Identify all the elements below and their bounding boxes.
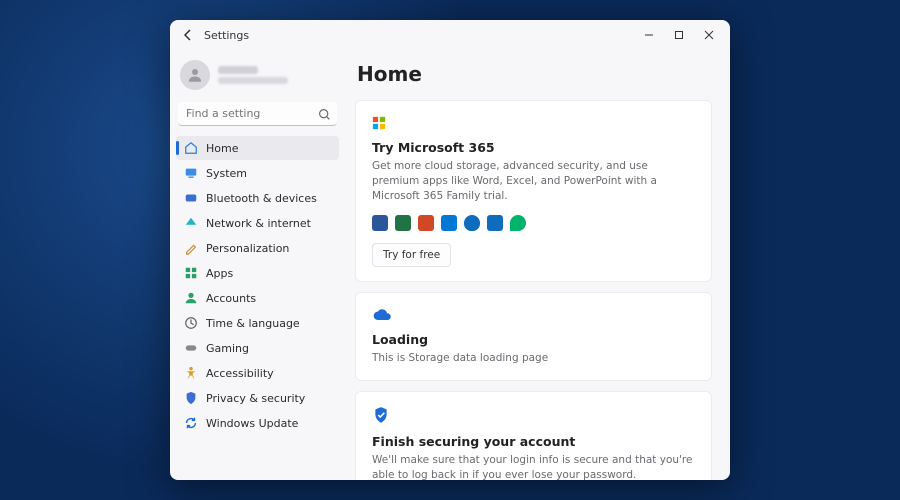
search-icon [318,106,331,125]
nav-label: System [206,167,247,180]
network-icon [184,216,198,230]
nav: Home System Bluetooth & devices Network … [176,136,339,435]
card-storage: Loading This is Storage data loading pag… [355,292,712,381]
card-body: Get more cloud storage, advanced securit… [372,159,695,205]
profile-name-redacted [218,66,258,74]
nav-accessibility[interactable]: Accessibility [176,361,339,385]
privacy-icon [184,391,198,405]
nav-bluetooth[interactable]: Bluetooth & devices [176,186,339,210]
home-icon [184,141,198,155]
card-title: Try Microsoft 365 [372,140,695,155]
gaming-icon [184,341,198,355]
personalization-icon [184,241,198,255]
profile-text [218,66,288,84]
accounts-icon [184,291,198,305]
card-secure-account: Finish securing your account We'll make … [355,391,712,480]
nav-label: Apps [206,267,233,280]
powerpoint-icon [418,215,434,231]
bluetooth-icon [184,191,198,205]
card-title: Finish securing your account [372,434,695,449]
nav-personalization[interactable]: Personalization [176,236,339,260]
nav-label: Accounts [206,292,256,305]
nav-label: Windows Update [206,417,298,430]
nav-accounts[interactable]: Accounts [176,286,339,310]
onedrive-cloud-icon [372,307,392,326]
nav-label: Time & language [206,317,300,330]
accessibility-icon [184,366,198,380]
page-title: Home [357,62,712,86]
settings-window: Settings [170,20,730,480]
m365-app-icons [372,215,695,231]
maximize-button[interactable] [664,21,694,49]
time-icon [184,316,198,330]
nav-privacy[interactable]: Privacy & security [176,386,339,410]
nav-gaming[interactable]: Gaming [176,336,339,360]
system-icon [184,166,198,180]
nav-time[interactable]: Time & language [176,311,339,335]
avatar [180,60,210,90]
card-m365: Try Microsoft 365 Get more cloud storage… [355,100,712,282]
microsoft-logo-icon [372,115,386,129]
shield-check-icon [372,409,390,428]
nav-label: Network & internet [206,217,311,230]
nav-label: Gaming [206,342,249,355]
try-for-free-button[interactable]: Try for free [372,243,451,267]
back-button[interactable] [180,27,196,43]
nav-apps[interactable]: Apps [176,261,339,285]
card-title: Loading [372,332,695,347]
window-title: Settings [204,29,249,42]
nav-system[interactable]: System [176,161,339,185]
nav-label: Home [206,142,238,155]
titlebar: Settings [170,20,730,50]
main-content: Home Try Microsoft 365 Get more cloud st… [345,50,730,480]
outlook-icon [487,215,503,231]
onedrive-icon [464,215,480,231]
card-body: This is Storage data loading page [372,351,695,366]
close-button[interactable] [694,21,724,49]
nav-home[interactable]: Home [176,136,339,160]
nav-windows-update[interactable]: Windows Update [176,411,339,435]
defender-icon [441,215,457,231]
nav-label: Accessibility [206,367,274,380]
card-body: We'll make sure that your login info is … [372,453,695,480]
word-icon [372,215,388,231]
windows-update-icon [184,416,198,430]
sidebar: Home System Bluetooth & devices Network … [170,50,345,480]
apps-icon [184,266,198,280]
profile-block[interactable] [176,54,339,100]
nav-label: Bluetooth & devices [206,192,317,205]
minimize-button[interactable] [634,21,664,49]
family-safety-icon [510,215,526,231]
nav-network[interactable]: Network & internet [176,211,339,235]
excel-icon [395,215,411,231]
search-input[interactable] [178,102,337,126]
nav-label: Personalization [206,242,289,255]
profile-email-redacted [218,77,288,84]
search-box [178,102,337,126]
nav-label: Privacy & security [206,392,305,405]
